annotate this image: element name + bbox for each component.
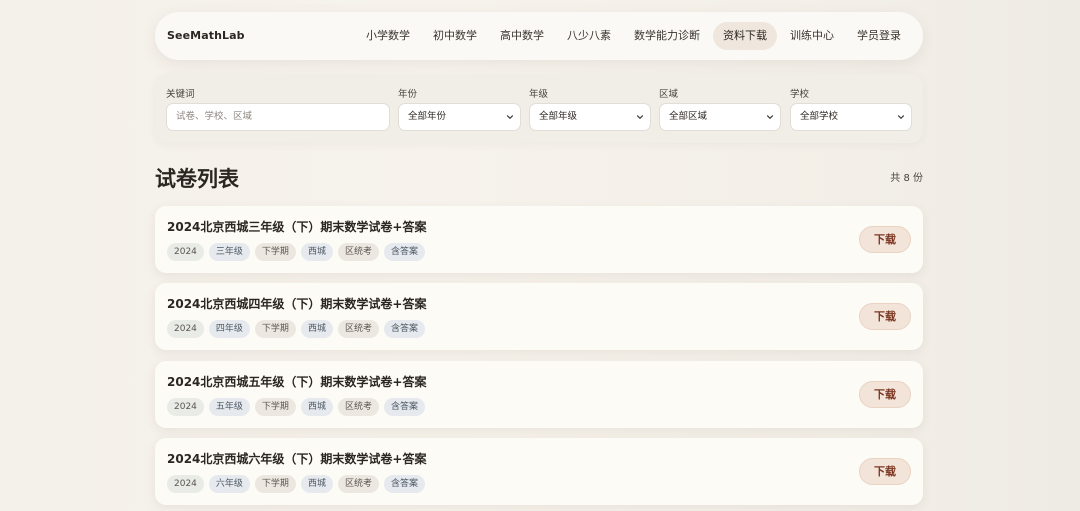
download-button[interactable]: 下载 <box>859 303 911 330</box>
school-select[interactable]: 全部学校 <box>790 103 912 131</box>
paper-title[interactable]: 2024北京西城五年级（下）期末数学试卷+答案 <box>167 373 426 391</box>
school-select-value: 全部学校 <box>800 111 839 122</box>
item-count: 共 8 份 <box>890 173 923 184</box>
brand-logo[interactable]: SeeMathLab <box>167 12 245 60</box>
paper-card: 2024北京西城三年级（下）期末数学试卷+答案 2024 三年级 下学期 西城 … <box>155 206 923 273</box>
top-nav-bar: SeeMathLab 小学数学 初中数学 高中数学 八少八素 数学能力诊断 资料… <box>155 12 923 60</box>
download-button[interactable]: 下载 <box>859 381 911 408</box>
year-select-value: 全部年份 <box>408 111 447 122</box>
paper-card: 2024北京西城四年级（下）期末数学试卷+答案 2024 四年级 下学期 西城 … <box>155 283 923 350</box>
tag-year: 2024 <box>167 320 204 338</box>
tag-term: 下学期 <box>254 398 296 416</box>
tag-answers: 含答案 <box>383 398 425 416</box>
tag-region: 西城 <box>300 243 333 261</box>
year-select[interactable]: 全部年份 <box>398 103 521 131</box>
grade-select-value: 全部年级 <box>539 111 578 122</box>
tag-year: 2024 <box>167 243 204 261</box>
tag-term: 下学期 <box>254 243 296 261</box>
chevron-down-icon <box>766 115 774 119</box>
tag-year: 2024 <box>167 475 204 493</box>
main-nav: 小学数学 初中数学 高中数学 八少八素 数学能力诊断 资料下载 训练中心 学员登… <box>353 22 911 50</box>
school-label: 学校 <box>790 89 810 100</box>
tag-region: 西城 <box>300 320 333 338</box>
paper-title[interactable]: 2024北京西城六年级（下）期末数学试卷+答案 <box>167 450 426 468</box>
tag-list: 2024 四年级 下学期 西城 区统考 含答案 <box>167 320 425 338</box>
nav-downloads[interactable]: 资料下载 <box>713 22 777 50</box>
keyword-label: 关键词 <box>166 89 195 100</box>
chevron-down-icon <box>897 115 905 119</box>
tag-exam-type: 区统考 <box>337 475 379 493</box>
nav-login[interactable]: 学员登录 <box>847 22 911 50</box>
tag-exam-type: 区统考 <box>337 243 379 261</box>
tag-region: 西城 <box>300 475 333 493</box>
region-label: 区域 <box>659 89 679 100</box>
download-button[interactable]: 下载 <box>859 458 911 485</box>
paper-card: 2024北京西城五年级（下）期末数学试卷+答案 2024 五年级 下学期 西城 … <box>155 361 923 428</box>
grade-label: 年级 <box>529 89 549 100</box>
year-label: 年份 <box>398 89 418 100</box>
tag-region: 西城 <box>300 398 333 416</box>
download-button[interactable]: 下载 <box>859 226 911 253</box>
tag-term: 下学期 <box>254 475 296 493</box>
tag-term: 下学期 <box>254 320 296 338</box>
region-select-value: 全部区域 <box>669 111 708 122</box>
nav-training[interactable]: 训练中心 <box>780 22 844 50</box>
tag-answers: 含答案 <box>383 243 425 261</box>
tag-grade: 三年级 <box>208 243 250 261</box>
filter-panel: 关键词 试卷、学校、区域 年份 全部年份 年级 全部年级 区域 全部区域 学校 … <box>155 74 923 143</box>
tag-answers: 含答案 <box>383 475 425 493</box>
keyword-input[interactable]: 试卷、学校、区域 <box>166 103 390 131</box>
paper-title[interactable]: 2024北京西城四年级（下）期末数学试卷+答案 <box>167 295 426 313</box>
nav-middle-math[interactable]: 初中数学 <box>423 22 487 50</box>
list-title: 试卷列表 <box>155 167 239 191</box>
nav-primary-math[interactable]: 小学数学 <box>356 22 420 50</box>
tag-grade: 五年级 <box>208 398 250 416</box>
paper-title[interactable]: 2024北京西城三年级（下）期末数学试卷+答案 <box>167 218 426 236</box>
paper-card: 2024北京西城六年级（下）期末数学试卷+答案 2024 六年级 下学期 西城 … <box>155 438 923 505</box>
tag-list: 2024 六年级 下学期 西城 区统考 含答案 <box>167 475 425 493</box>
tag-grade: 四年级 <box>208 320 250 338</box>
tag-grade: 六年级 <box>208 475 250 493</box>
nav-high-math[interactable]: 高中数学 <box>490 22 554 50</box>
tag-list: 2024 五年级 下学期 西城 区统考 含答案 <box>167 398 425 416</box>
nav-diagnosis[interactable]: 数学能力诊断 <box>624 22 710 50</box>
region-select[interactable]: 全部区域 <box>659 103 781 131</box>
tag-list: 2024 三年级 下学期 西城 区统考 含答案 <box>167 243 425 261</box>
grade-select[interactable]: 全部年级 <box>529 103 651 131</box>
nav-basu-basu[interactable]: 八少八素 <box>557 22 621 50</box>
tag-exam-type: 区统考 <box>337 320 379 338</box>
tag-year: 2024 <box>167 398 204 416</box>
tag-answers: 含答案 <box>383 320 425 338</box>
chevron-down-icon <box>636 115 644 119</box>
tag-exam-type: 区统考 <box>337 398 379 416</box>
chevron-down-icon <box>506 115 514 119</box>
